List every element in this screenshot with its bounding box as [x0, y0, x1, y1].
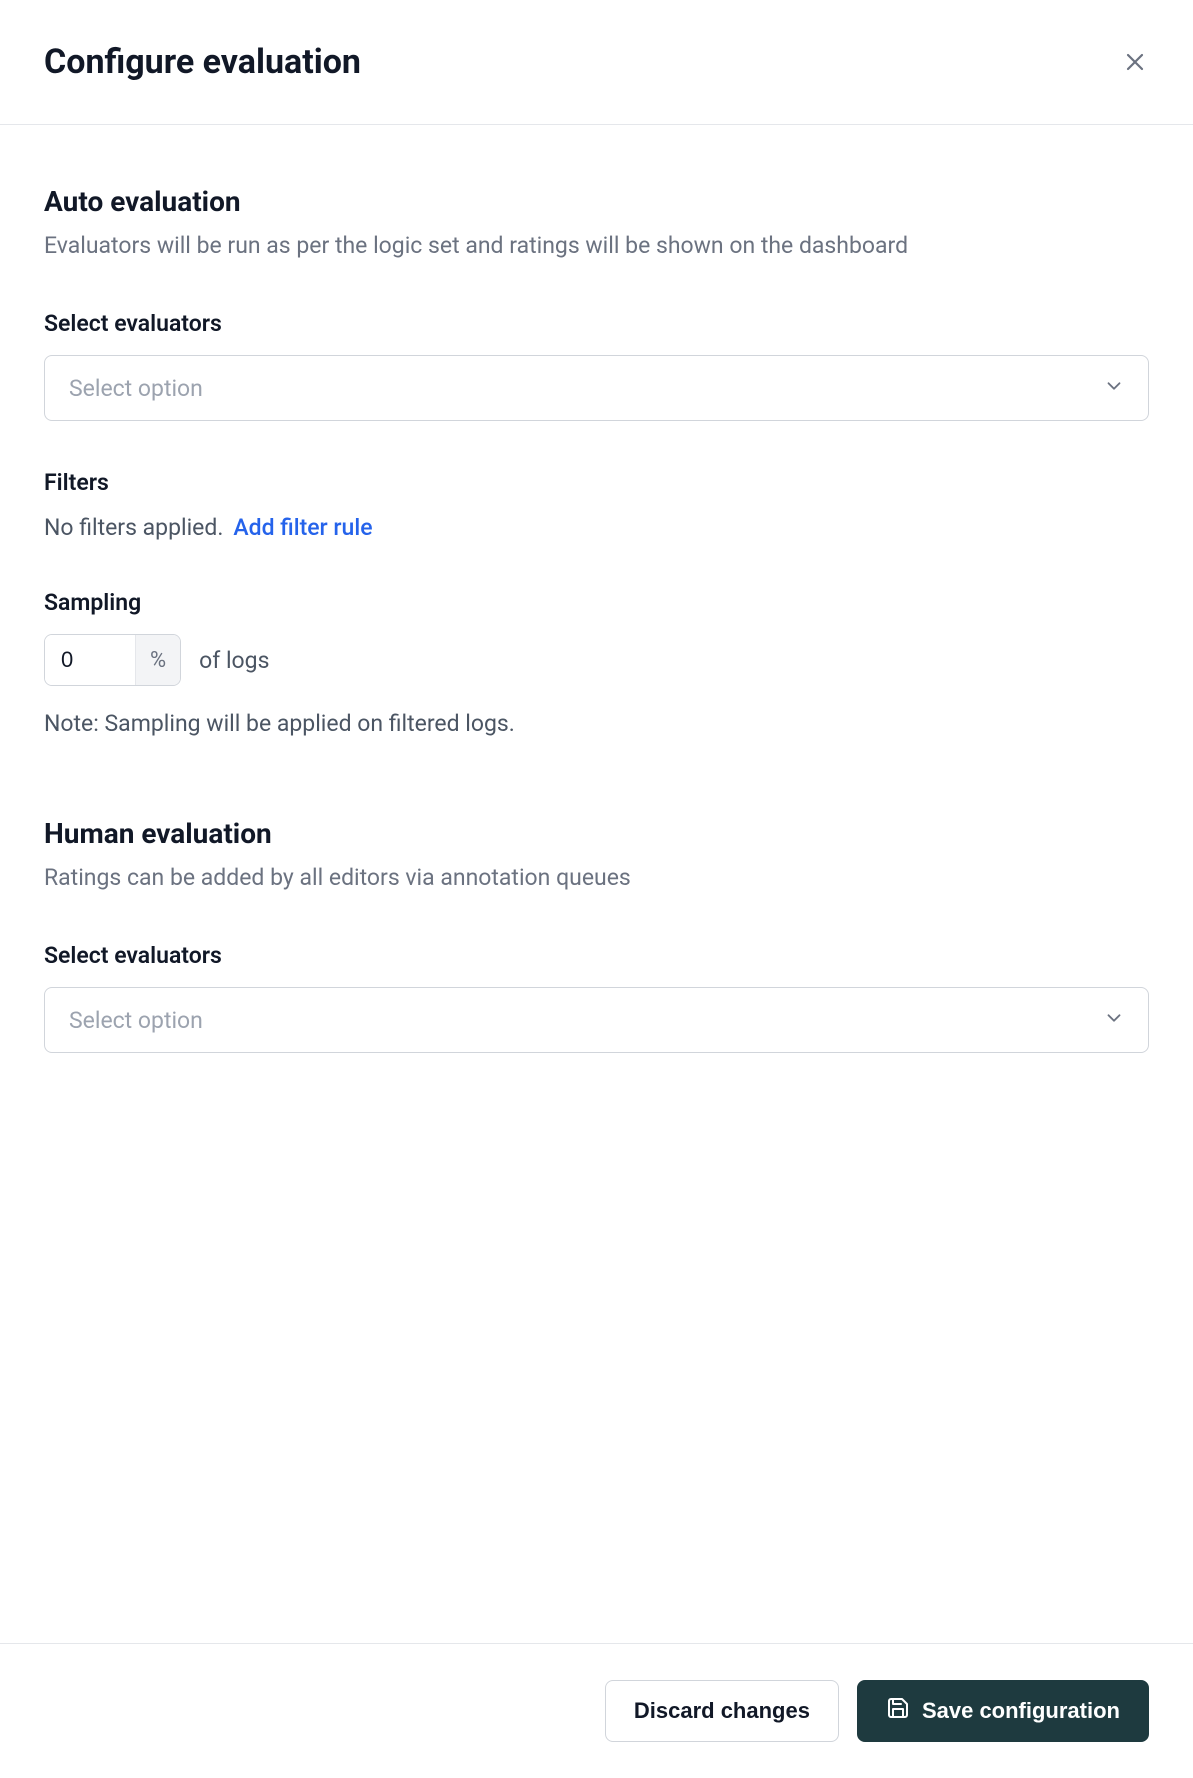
sampling-suffix: %: [135, 635, 180, 685]
save-label: Save configuration: [922, 1698, 1120, 1724]
auto-section-title: Auto evaluation: [44, 185, 1149, 218]
close-icon: [1123, 50, 1147, 74]
auto-select-placeholder: Select option: [69, 375, 203, 402]
human-evaluators-select[interactable]: Select option: [44, 987, 1149, 1053]
auto-select-label: Select evaluators: [44, 310, 1149, 337]
close-button[interactable]: [1121, 48, 1149, 76]
dialog-footer: Discard changes Save configuration: [0, 1643, 1193, 1778]
auto-evaluation-section: Auto evaluation Evaluators will be run a…: [44, 185, 1149, 737]
dialog-title: Configure evaluation: [44, 42, 361, 82]
human-evaluation-section: Human evaluation Ratings can be added by…: [44, 817, 1149, 1053]
sampling-input-wrap: %: [44, 634, 181, 686]
human-section-desc: Ratings can be added by all editors via …: [44, 862, 1149, 894]
filters-empty-text: No filters applied.: [44, 514, 223, 541]
auto-section-desc: Evaluators will be run as per the logic …: [44, 230, 1149, 262]
human-section-title: Human evaluation: [44, 817, 1149, 850]
filters-label: Filters: [44, 469, 1149, 496]
auto-evaluators-select[interactable]: Select option: [44, 355, 1149, 421]
human-select-label: Select evaluators: [44, 942, 1149, 969]
human-evaluators-select-wrap: Select option: [44, 987, 1149, 1053]
auto-evaluators-select-wrap: Select option: [44, 355, 1149, 421]
human-select-placeholder: Select option: [69, 1007, 203, 1034]
discard-label: Discard changes: [634, 1698, 810, 1724]
discard-button[interactable]: Discard changes: [605, 1680, 839, 1742]
save-icon: [886, 1696, 910, 1726]
sampling-row: % of logs: [44, 634, 1149, 686]
filters-block: No filters applied. Add filter rule: [44, 514, 1149, 541]
sampling-note: Note: Sampling will be applied on filter…: [44, 710, 1149, 737]
dialog-header: Configure evaluation: [0, 0, 1193, 125]
sampling-of-logs: of logs: [199, 647, 269, 674]
sampling-input[interactable]: [45, 635, 135, 685]
sampling-label: Sampling: [44, 589, 1149, 616]
dialog-content: Auto evaluation Evaluators will be run a…: [0, 125, 1193, 1643]
save-button[interactable]: Save configuration: [857, 1680, 1149, 1742]
add-filter-rule-link[interactable]: Add filter rule: [233, 514, 372, 541]
